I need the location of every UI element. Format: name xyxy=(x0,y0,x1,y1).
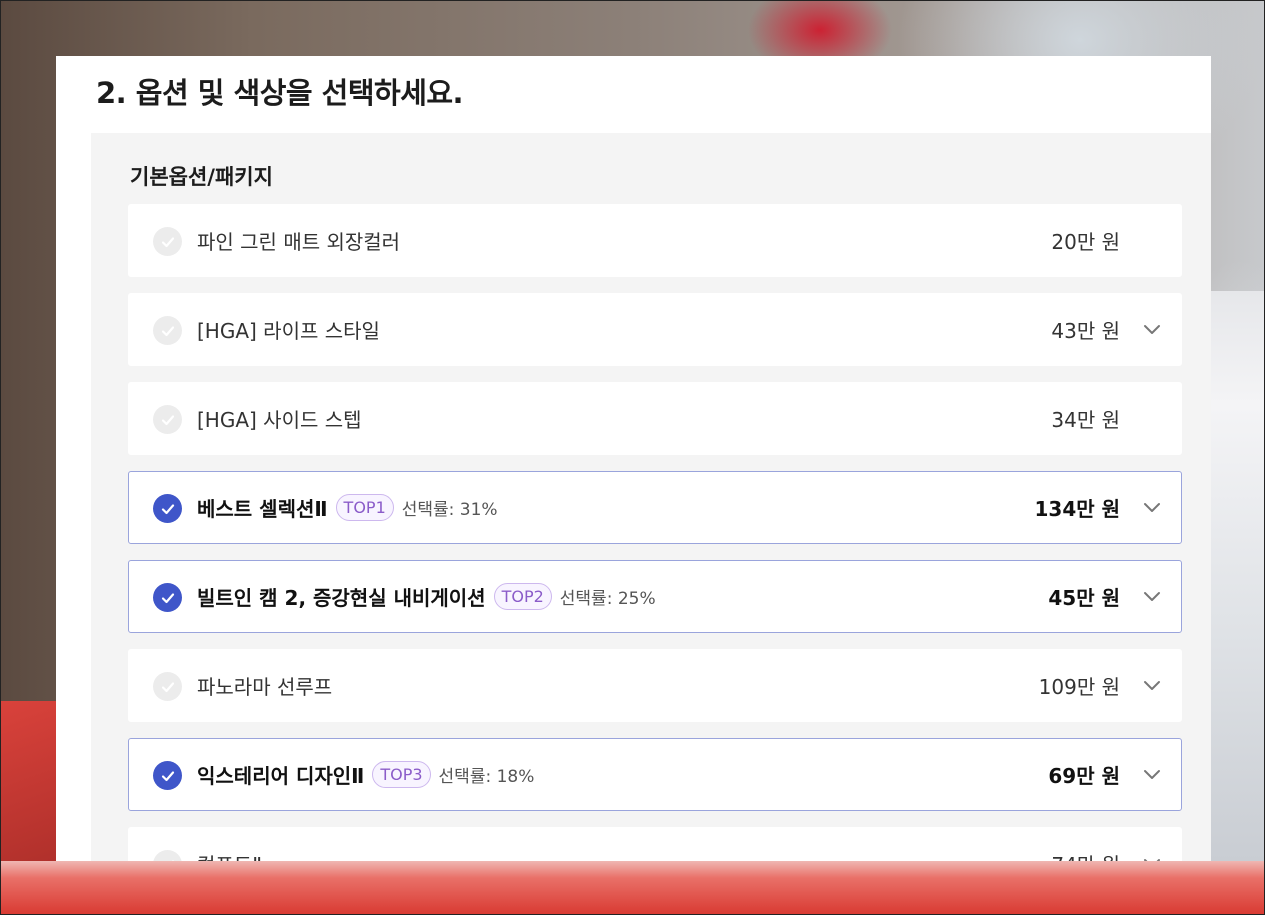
option-label: 빌트인 캠 2, 증강현실 내비게이션 TOP2 선택률: 25% xyxy=(197,561,656,632)
selection-rate: 선택률: 18% xyxy=(438,767,535,787)
rank-badge: TOP3 xyxy=(372,760,431,789)
check-circle-icon[interactable] xyxy=(153,761,182,790)
check-circle-icon[interactable] xyxy=(153,227,182,256)
background-car-bottom xyxy=(1,854,1264,914)
option-row[interactable]: 파노라마 선루프 109만 원 xyxy=(128,649,1182,722)
option-price: 43만 원 xyxy=(1051,319,1120,343)
chevron-down-icon[interactable] xyxy=(1142,320,1162,340)
option-row-selected[interactable]: 익스테리어 디자인Ⅱ TOP3 선택률: 18% 69만 원 xyxy=(128,738,1182,811)
background-car-right xyxy=(1208,291,1264,861)
option-name: 컴포트Ⅱ xyxy=(197,849,262,861)
option-price: 20만 원 xyxy=(1051,230,1120,254)
option-list: 파인 그린 매트 외장컬러 20만 원 [HGA] 라이프 스타일 43만 원 xyxy=(128,204,1182,861)
chevron-down-icon[interactable] xyxy=(1142,498,1162,518)
check-circle-icon[interactable] xyxy=(153,494,182,523)
option-price: 74만 원 xyxy=(1051,828,1120,861)
option-price: 45만 원 xyxy=(1048,586,1120,610)
option-price: 109만 원 xyxy=(1038,675,1120,699)
check-circle-icon[interactable] xyxy=(153,672,182,701)
section-title: 기본옵션/패키지 xyxy=(130,165,273,189)
chevron-down-icon[interactable] xyxy=(1142,587,1162,607)
option-row-selected[interactable]: 베스트 셀렉션Ⅱ TOP1 선택률: 31% 134만 원 xyxy=(128,471,1182,544)
chevron-down-icon[interactable] xyxy=(1142,676,1162,696)
option-name: 파노라마 선루프 xyxy=(197,675,333,699)
option-label: [HGA] 라이프 스타일 xyxy=(197,294,380,365)
background-car-left xyxy=(1,701,61,861)
option-row-selected[interactable]: 빌트인 캠 2, 증강현실 내비게이션 TOP2 선택률: 25% 45만 원 xyxy=(128,560,1182,633)
option-name: [HGA] 사이드 스텝 xyxy=(197,408,362,432)
chevron-down-icon[interactable] xyxy=(1142,765,1162,785)
option-label: 컴포트Ⅱ xyxy=(197,828,262,861)
option-row[interactable]: [HGA] 사이드 스텝 34만 원 xyxy=(128,382,1182,455)
option-price: 34만 원 xyxy=(1051,408,1120,432)
option-price: 69만 원 xyxy=(1048,764,1120,788)
chevron-down-icon[interactable] xyxy=(1142,854,1162,861)
selection-rate: 선택률: 25% xyxy=(559,589,656,609)
options-section: 기본옵션/패키지 파인 그린 매트 외장컬러 20만 원 [HGA] 라이프 스… xyxy=(91,133,1211,861)
option-label: 파노라마 선루프 xyxy=(197,650,332,721)
option-name: [HGA] 라이프 스타일 xyxy=(197,319,380,343)
check-circle-icon[interactable] xyxy=(153,316,182,345)
options-panel: 2. 옵션 및 색상을 선택하세요. 기본옵션/패키지 파인 그린 매트 외장컬… xyxy=(56,56,1211,861)
option-label: 파인 그린 매트 외장컬러 xyxy=(197,205,400,276)
check-circle-icon[interactable] xyxy=(153,405,182,434)
option-row[interactable]: 컴포트Ⅱ 74만 원 xyxy=(128,827,1182,861)
option-name: 베스트 셀렉션Ⅱ xyxy=(197,497,328,521)
page-title: 2. 옵션 및 색상을 선택하세요. xyxy=(96,76,464,110)
option-name: 파인 그린 매트 외장컬러 xyxy=(197,230,401,254)
option-label: 베스트 셀렉션Ⅱ TOP1 선택률: 31% xyxy=(197,472,498,543)
selection-rate: 선택률: 31% xyxy=(401,500,498,520)
check-circle-icon[interactable] xyxy=(153,583,182,612)
option-row[interactable]: [HGA] 라이프 스타일 43만 원 xyxy=(128,293,1182,366)
check-circle-icon[interactable] xyxy=(153,850,182,861)
option-label: [HGA] 사이드 스텝 xyxy=(197,383,362,454)
option-name: 빌트인 캠 2, 증강현실 내비게이션 xyxy=(197,586,486,610)
option-price: 134만 원 xyxy=(1034,497,1120,521)
option-name: 익스테리어 디자인Ⅱ xyxy=(197,764,365,788)
rank-badge: TOP1 xyxy=(335,493,394,522)
option-label: 익스테리어 디자인Ⅱ TOP3 선택률: 18% xyxy=(197,739,534,810)
option-row[interactable]: 파인 그린 매트 외장컬러 20만 원 xyxy=(128,204,1182,277)
rank-badge: TOP2 xyxy=(493,582,552,611)
